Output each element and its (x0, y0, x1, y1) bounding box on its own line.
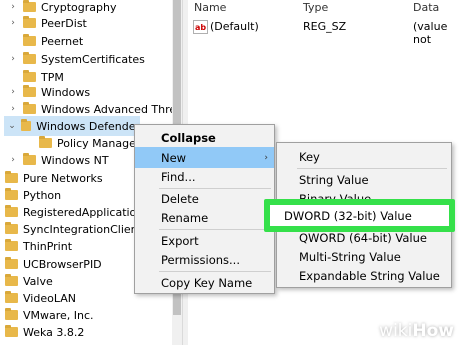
submenu-item-label: DWORD (32-bit) Value (284, 208, 412, 223)
folder-icon (5, 257, 18, 269)
context-menu: Collapse New › Find... Delete Rename Exp… (134, 124, 275, 294)
tree-item-label: Windows (41, 85, 91, 99)
submenu-item-string-value[interactable]: String Value (277, 169, 451, 190)
folder-icon (5, 171, 18, 183)
tree-item-label: Cryptography (41, 0, 117, 14)
column-header-name[interactable]: Name (194, 1, 226, 14)
tree-item-label: Python (23, 188, 62, 202)
chevron-down-icon[interactable]: ⌄ (8, 121, 16, 131)
submenu-item-key[interactable]: Key (277, 146, 451, 167)
folder-icon (5, 222, 18, 234)
tree-item-label: ThinPrint (23, 239, 73, 253)
folder-icon (5, 188, 18, 200)
wikihow-logo: wikiHow (379, 321, 454, 341)
folder-icon (5, 205, 18, 217)
folder-icon (23, 34, 36, 46)
folder-icon (23, 85, 36, 97)
folder-icon (23, 70, 36, 82)
chevron-right-icon[interactable]: › (8, 54, 18, 64)
tree-item-label: Weka 3.8.2 (23, 325, 85, 339)
menu-item-copy-key-name[interactable]: Copy Key Name (135, 272, 274, 293)
folder-icon (23, 102, 36, 114)
folder-icon (5, 308, 18, 320)
tree-item-label: PeerDist (41, 16, 87, 30)
chevron-right-icon[interactable]: › (8, 18, 18, 28)
tree-item-label: Windows NT (41, 153, 109, 167)
menu-item-label: New (161, 150, 187, 165)
menu-item-rename[interactable]: Rename (135, 207, 274, 228)
chevron-right-icon[interactable]: › (8, 104, 18, 114)
submenu-item-dword-value[interactable]: DWORD (32-bit) Value (270, 205, 449, 226)
string-value-icon: ab (193, 20, 208, 34)
folder-icon (23, 52, 36, 64)
tree-item-label: SyncIntegrationClients (23, 222, 148, 236)
folder-icon (23, 16, 36, 28)
folder-icon (39, 136, 52, 148)
folder-icon (5, 325, 18, 337)
menu-item-export[interactable]: Export (135, 230, 274, 251)
menu-item-delete[interactable]: Delete (135, 188, 274, 209)
chevron-right-icon[interactable]: › (8, 87, 18, 97)
tree-item-weka[interactable]: › Weka 3.8.2 (0, 322, 84, 342)
tree-item-thinprint[interactable]: › ThinPrint (0, 236, 72, 256)
folder-icon (5, 274, 18, 286)
value-name: (Default) (210, 20, 259, 33)
list-header: Name Type Data (188, 0, 460, 16)
tree-item-label: Valve (23, 274, 53, 288)
tree-item-label: VideoLAN (23, 291, 76, 305)
value-data: (value not (413, 20, 448, 46)
menu-item-permissions[interactable]: Permissions... (135, 249, 274, 270)
chevron-right-icon[interactable]: › (8, 2, 18, 12)
folder-icon (23, 153, 36, 165)
tree-item-label: UCBrowserPID (23, 257, 102, 271)
tree-item-label: Windows Advanced Threat (41, 102, 180, 116)
tree-item-label: VMware, Inc. (23, 308, 94, 322)
tree-item-systemcertificates[interactable]: › SystemCertificates (8, 49, 145, 69)
folder-icon (5, 291, 18, 303)
folder-icon (20, 119, 32, 131)
tree-item-peernet[interactable]: Peernet (8, 31, 83, 51)
column-header-type[interactable]: Type (303, 1, 328, 14)
tree-item-label: Pure Networks (23, 171, 103, 185)
tree-item-label: Peernet (41, 34, 84, 48)
value-type: REG_SZ (303, 20, 347, 33)
list-row[interactable]: ab (Default) REG_SZ (value not (188, 18, 460, 46)
menu-item-find[interactable]: Find... (135, 166, 274, 187)
chevron-right-icon[interactable]: › (8, 155, 18, 165)
tree-item-label: Policy Manager (57, 136, 141, 150)
chevron-right-icon: › (264, 152, 268, 163)
menu-item-new[interactable]: New › (135, 147, 274, 168)
tree-item-label: SystemCertificates (41, 52, 145, 66)
tree-item-label: Windows Defender (36, 119, 140, 133)
tree-item-label: RegisteredApplications (23, 205, 149, 219)
tree-item-windows-nt[interactable]: › Windows NT (8, 150, 109, 170)
folder-icon (23, 0, 36, 12)
menu-item-collapse[interactable]: Collapse (135, 127, 274, 148)
column-header-data[interactable]: Data (413, 1, 439, 14)
folder-icon (5, 239, 18, 251)
submenu-item-multi-string-value[interactable]: Multi-String Value (277, 246, 451, 267)
submenu-item-expandable-string-value[interactable]: Expandable String Value (277, 265, 451, 286)
tree-item-peerdist[interactable]: › PeerDist (8, 13, 87, 33)
